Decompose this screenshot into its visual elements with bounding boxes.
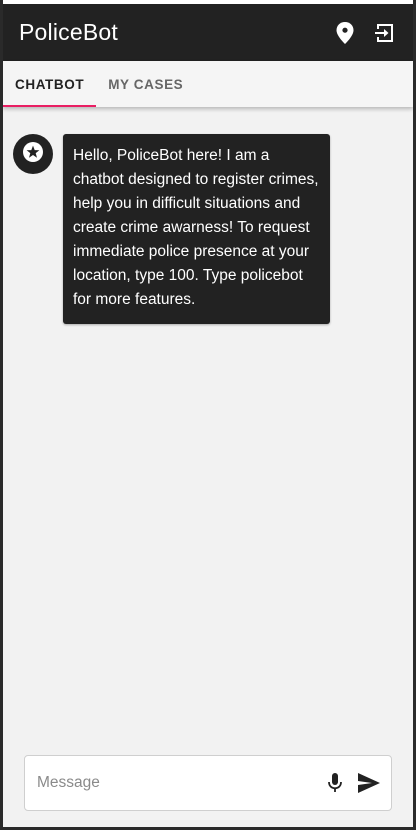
logout-icon[interactable]	[373, 21, 397, 45]
tab-my-cases[interactable]: MY CASES	[96, 61, 195, 107]
star-badge-icon	[22, 141, 44, 168]
app-bar: PoliceBot	[3, 0, 413, 61]
message-row: Hello, PoliceBot here! I am a chatbot de…	[13, 134, 330, 324]
app-bar-actions	[333, 21, 397, 45]
bot-avatar	[13, 134, 53, 174]
chat-area[interactable]: Hello, PoliceBot here! I am a chatbot de…	[3, 107, 413, 737]
microphone-icon[interactable]	[323, 771, 347, 795]
app-title: PoliceBot	[19, 19, 118, 45]
message-input[interactable]	[37, 774, 323, 792]
app-window: PoliceBot CHATBOT MY CASES Hello, Police…	[0, 0, 416, 830]
location-pin-icon[interactable]	[333, 21, 357, 45]
tab-bar: CHATBOT MY CASES	[3, 61, 413, 107]
bot-message-bubble: Hello, PoliceBot here! I am a chatbot de…	[63, 134, 330, 324]
send-icon[interactable]	[357, 771, 381, 795]
message-composer	[24, 755, 392, 811]
tab-chatbot[interactable]: CHATBOT	[3, 61, 97, 107]
composer-actions	[323, 771, 381, 795]
